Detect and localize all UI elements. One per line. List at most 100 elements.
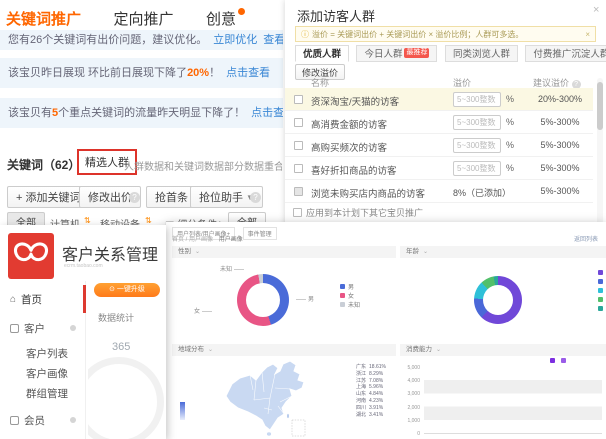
crm-logo: [8, 233, 54, 279]
info-icon[interactable]: ?: [250, 192, 261, 203]
recommend-badge: 最推荐: [404, 48, 429, 58]
row-checkbox[interactable]: [294, 164, 303, 173]
crm-window: 客户关系管理 ecrm.taobao.com ⌂ 首页 客户 客户列表 客户画像…: [0, 225, 166, 439]
sidebar-item-customers[interactable]: 客户: [0, 315, 86, 341]
chevron-down-icon[interactable]: ⌄: [208, 347, 213, 353]
notification-dot: [238, 8, 245, 15]
audience-name: 高购买频次的访客: [311, 140, 387, 154]
suggest-range: 5%-300%: [525, 117, 595, 127]
close-icon[interactable]: ×: [585, 30, 590, 39]
y-tick: 4,000: [400, 378, 420, 384]
active-indicator: [83, 285, 86, 313]
crm-subtitle: ecrm.taobao.com: [64, 263, 103, 269]
suggest-range: 5%-300%: [525, 163, 595, 173]
premium-input[interactable]: [453, 115, 501, 130]
chevron-down-icon[interactable]: ⌄: [195, 249, 200, 255]
sort-icon[interactable]: ⇅: [84, 216, 91, 225]
tab-paid-promo-audience[interactable]: 付费推广沉淀人群: [525, 45, 606, 62]
info-icon[interactable]: ?: [129, 192, 140, 203]
one-click-upgrade-banner[interactable]: ⊙ 一键升级: [94, 283, 160, 297]
tab-event-management[interactable]: 事件管理: [243, 227, 277, 240]
premium-added-value: 8%（已添加）: [453, 186, 511, 199]
label-male: 男: [294, 294, 314, 303]
age-donut-chart: [474, 276, 522, 324]
sidebar-item-members[interactable]: 会员: [0, 407, 86, 433]
apply-to-plan-option: 应用到本计划下其它宝贝推广: [293, 206, 423, 219]
view-all-bids-link[interactable]: 查看全账户出价: [263, 35, 283, 46]
age-panel: 年龄⌄: [400, 246, 606, 342]
row-checkbox[interactable]: [294, 187, 303, 196]
home-icon: ⌂: [10, 294, 16, 305]
chevron-down-icon[interactable]: ⌄: [423, 249, 428, 255]
member-icon: [10, 416, 19, 425]
notice-text: 该宝贝昨日展现 环比前日展现下降了: [8, 68, 187, 79]
gender-donut-chart: [237, 274, 289, 326]
scrollbar-thumb[interactable]: [597, 82, 603, 130]
add-keyword-button[interactable]: + 添加关键词: [7, 186, 89, 208]
customer-icon: [10, 324, 19, 333]
callout-line: [234, 269, 244, 270]
bar-legend: [550, 358, 566, 363]
suggest-range: 20%-300%: [525, 94, 595, 104]
row-checkbox[interactable]: [294, 118, 303, 127]
back-to-list-link[interactable]: 返回列表: [574, 234, 598, 243]
region-panel-header: 地域分布⌄: [172, 344, 396, 356]
crm-logo-icon: [8, 233, 54, 279]
tab-creative[interactable]: 创意: [206, 8, 236, 29]
callout-line: [202, 311, 212, 312]
label-female: 女: [194, 306, 214, 315]
tab-similar-browse-audience[interactable]: 同类浏览人群: [445, 45, 518, 62]
premium-input[interactable]: [453, 92, 501, 107]
scrollbar-track[interactable]: [597, 78, 603, 226]
audience-row: 喜好折扣商品的访客 % 5%-300%: [285, 157, 593, 180]
tab-keywords-62[interactable]: 关键词（62）: [7, 156, 80, 173]
toggle-dot-icon[interactable]: [70, 417, 76, 423]
percent-unit: %: [506, 94, 514, 104]
stats-ring-chart: [88, 357, 164, 439]
map-scale-legend: [180, 402, 185, 420]
sidebar-item-home[interactable]: ⌂ 首页: [0, 285, 86, 313]
click-view-link[interactable]: 点击查看: [251, 108, 283, 119]
tab-quality-audience[interactable]: 优质人群: [295, 45, 349, 62]
sort-icon[interactable]: ⇅: [145, 216, 152, 225]
age-panel-header: 年龄⌄: [400, 246, 606, 258]
sidebar-item-group-management[interactable]: 群组管理: [0, 383, 86, 403]
callout-line: [296, 299, 306, 300]
label-unknown: 未知: [220, 264, 246, 273]
percent-unit: %: [506, 140, 514, 150]
audience-name: 喜好折扣商品的访客: [311, 163, 397, 177]
audience-name: 高消费金额的访客: [311, 117, 387, 131]
age-legend: [598, 268, 606, 313]
click-view-link[interactable]: 点击查看: [226, 68, 270, 79]
suggest-range: 5%-300%: [525, 186, 595, 196]
spend-panel: 消费能力⌄ 5,000 4,000 3,000 2,000 1,000 0: [400, 344, 606, 439]
user-portrait-dashboard: 用户列表/用户画像+ 事件管理 首页 / 用户画像 用户画像 返回列表 性别⌄ …: [166, 222, 606, 439]
y-tick: 2,000: [400, 405, 420, 411]
gender-panel-header: 性别⌄: [172, 246, 396, 258]
sidebar-item-customer-portrait[interactable]: 客户画像: [0, 363, 86, 383]
close-icon[interactable]: ×: [593, 4, 599, 16]
spend-panel-header: 消费能力⌄: [400, 344, 606, 356]
y-tick: 3,000: [400, 391, 420, 397]
row-checkbox[interactable]: [294, 95, 303, 104]
tab-today-audience[interactable]: 今日人群最推荐: [356, 45, 437, 62]
optimize-now-link[interactable]: 立即优化: [213, 35, 257, 46]
notice-traffic-drop: 该宝贝有 5 个重点关键词的流量昨天明显下降了！ 点击查看: [0, 98, 283, 128]
notice-text: 个重点关键词的流量昨天明显下降了！: [58, 108, 245, 119]
premium-input[interactable]: [453, 138, 501, 153]
row-checkbox[interactable]: [294, 141, 303, 150]
chevron-down-icon[interactable]: ⌄: [436, 347, 441, 353]
premium-input[interactable]: [453, 161, 501, 176]
sidebar-item-customer-list[interactable]: 客户列表: [0, 343, 86, 363]
tab-targeted-promo[interactable]: 定向推广: [113, 8, 173, 29]
toggle-dot-icon[interactable]: [70, 325, 76, 331]
notice-text: ！: [209, 68, 220, 79]
apply-label: 应用到本计划下其它宝贝推广: [306, 206, 423, 219]
warning-icon: ⓘ: [301, 29, 309, 40]
screenshot-canvas: 关键词推广 定向推广 创意 您有26个关键词有出价问题，建议优化。 立即优化 查…: [0, 0, 606, 439]
gender-legend: 男 女 未知: [340, 282, 360, 309]
panel-title: 添加访客人群: [297, 6, 375, 25]
add-audience-panel: 添加访客人群 × ⓘ 溢价 = 关键词出价 + 关键词出价 × 溢价比例；人群可…: [285, 0, 606, 232]
percent-unit: %: [506, 117, 514, 127]
apply-checkbox[interactable]: [293, 208, 302, 217]
